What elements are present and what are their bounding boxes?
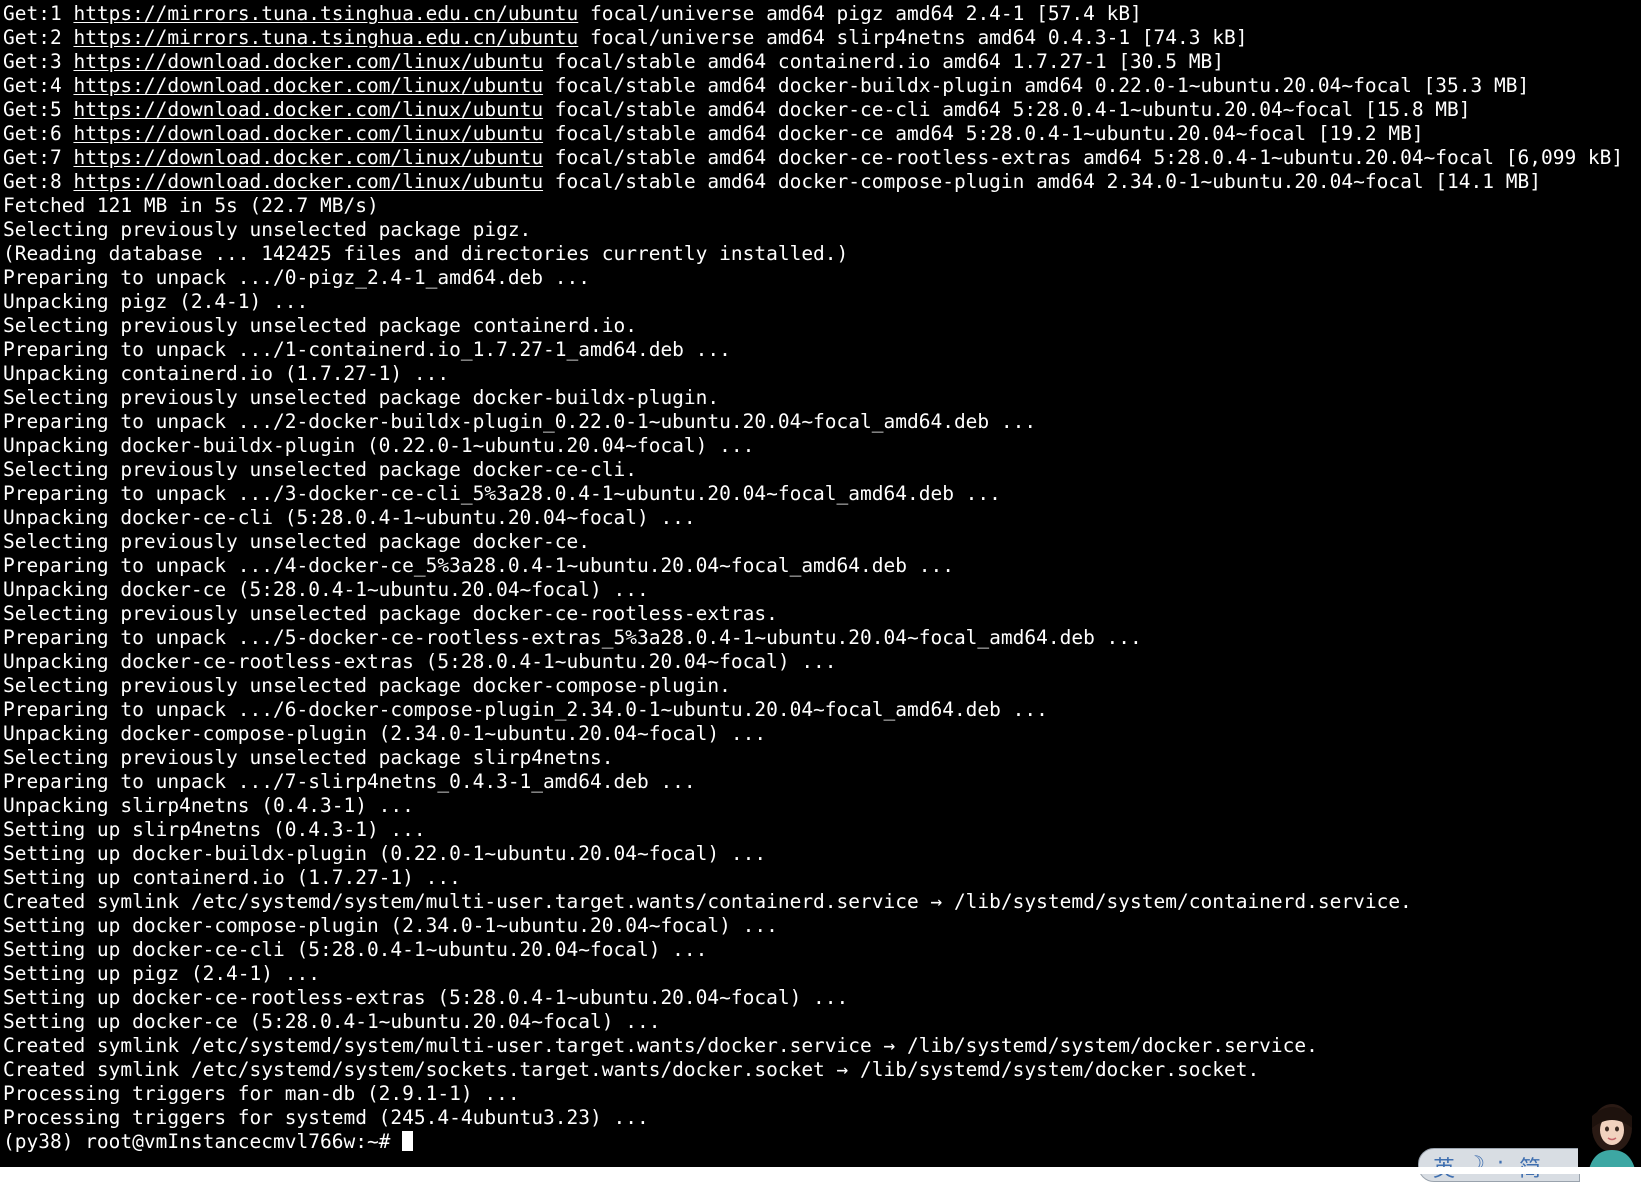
terminal-line: Selecting previously unselected package … [3,218,532,241]
terminal-line: Setting up docker-ce-rootless-extras (5:… [3,986,849,1009]
terminal-line: Selecting previously unselected package … [3,386,720,409]
line-details: focal/stable amd64 docker-ce amd64 5:28.… [543,122,1424,145]
terminal-line: Preparing to unpack .../6-docker-compose… [3,698,1048,721]
line-prefix: Get:8 [3,170,74,193]
line-details: focal/universe amd64 pigz amd64 2.4-1 [5… [578,2,1142,25]
terminal-line: Unpacking docker-ce (5:28.0.4-1~ubuntu.2… [3,578,649,601]
terminal-line: Unpacking docker-compose-plugin (2.34.0-… [3,722,767,745]
ime-toolbar[interactable]: 英 ☽ · 简 [1418,1148,1580,1182]
line-details: focal/stable amd64 docker-compose-plugin… [543,170,1541,193]
terminal-line: Unpacking docker-buildx-plugin (0.22.0-1… [3,434,755,457]
terminal-line: Selecting previously unselected package … [3,602,778,625]
terminal-line: Get:3 https://download.docker.com/linux/… [3,50,1623,74]
terminal-output: Get:1 https://mirrors.tuna.tsinghua.edu.… [3,2,1623,1154]
line-details: focal/stable amd64 containerd.io amd64 1… [543,50,1224,73]
line-prefix: Get:5 [3,98,74,121]
terminal-line: Get:4 https://download.docker.com/linux/… [3,74,1623,98]
terminal-line: Created symlink /etc/systemd/system/mult… [3,890,1412,913]
terminal-line: Preparing to unpack .../2-docker-buildx-… [3,410,1037,433]
terminal-line: Preparing to unpack .../3-docker-ce-cli_… [3,482,1001,505]
terminal-line: Selecting previously unselected package … [3,314,637,337]
repo-url-link[interactable]: https://download.docker.com/linux/ubuntu [73,146,543,169]
terminal-line: (Reading database ... 142425 files and d… [3,242,849,265]
terminal-line: Get:1 https://mirrors.tuna.tsinghua.edu.… [3,2,1623,26]
line-prefix: Get:4 [3,74,74,97]
repo-url-link[interactable]: https://download.docker.com/linux/ubuntu [73,170,543,193]
terminal-line: Unpacking docker-ce-rootless-extras (5:2… [3,650,837,673]
terminal-line: Setting up docker-ce-cli (5:28.0.4-1~ubu… [3,938,708,961]
terminal-line: Unpacking pigz (2.4-1) ... [3,290,309,313]
terminal-line: Unpacking docker-ce-cli (5:28.0.4-1~ubun… [3,506,696,529]
line-details: focal/stable amd64 docker-buildx-plugin … [543,74,1530,97]
repo-url-link[interactable]: https://download.docker.com/linux/ubuntu [73,74,543,97]
line-prefix: Get:3 [3,50,74,73]
terminal-line: Setting up containerd.io (1.7.27-1) ... [3,866,461,889]
terminal-line: Setting up slirp4netns (0.4.3-1) ... [3,818,426,841]
terminal-line: Get:2 https://mirrors.tuna.tsinghua.edu.… [3,26,1623,50]
line-prefix: Get:6 [3,122,74,145]
terminal-line: Setting up docker-compose-plugin (2.34.0… [3,914,778,937]
terminal-line: Get:6 https://download.docker.com/linux/… [3,122,1623,146]
assistant-avatar-icon[interactable] [1578,1098,1641,1174]
terminal-line: Processing triggers for man-db (2.9.1-1)… [3,1082,520,1105]
line-prefix: Get:7 [3,146,74,169]
terminal-line: Selecting previously unselected package … [3,674,731,697]
terminal-line: Unpacking slirp4netns (0.4.3-1) ... [3,794,414,817]
line-prefix: Get:2 [3,26,74,49]
line-details: focal/universe amd64 slirp4netns amd64 0… [578,26,1248,49]
prompt-line[interactable]: (py38) root@vmInstancecmvl766w:~# [3,1130,1623,1154]
repo-url-link[interactable]: https://download.docker.com/linux/ubuntu [73,122,543,145]
terminal-line: Selecting previously unselected package … [3,458,637,481]
line-details: focal/stable amd64 docker-ce-rootless-ex… [543,146,1624,169]
shell-prompt: (py38) root@vmInstancecmvl766w:~# [3,1130,403,1153]
terminal-line: Get:5 https://download.docker.com/linux/… [3,98,1623,122]
terminal-line: Setting up docker-ce (5:28.0.4-1~ubuntu.… [3,1010,661,1033]
screen-bottom-edge [0,1167,1641,1174]
terminal-line: Processing triggers for systemd (245.4-4… [3,1106,649,1129]
terminal-line: Preparing to unpack .../4-docker-ce_5%3a… [3,554,954,577]
line-details: focal/stable amd64 docker-ce-cli amd64 5… [543,98,1471,121]
terminal-line: Setting up pigz (2.4-1) ... [3,962,320,985]
terminal-line: Preparing to unpack .../5-docker-ce-root… [3,626,1142,649]
terminal-line: Unpacking containerd.io (1.7.27-1) ... [3,362,450,385]
terminal-line: Preparing to unpack .../7-slirp4netns_0.… [3,770,696,793]
terminal-line: Setting up docker-buildx-plugin (0.22.0-… [3,842,767,865]
terminal-line: Preparing to unpack .../0-pigz_2.4-1_amd… [3,266,590,289]
line-prefix: Get:1 [3,2,74,25]
repo-url-link[interactable]: https://download.docker.com/linux/ubuntu [73,98,543,121]
text-cursor [402,1131,414,1151]
terminal-line: Get:8 https://download.docker.com/linux/… [3,170,1623,194]
terminal-line: Created symlink /etc/systemd/system/sock… [3,1058,1260,1081]
repo-url-link[interactable]: https://mirrors.tuna.tsinghua.edu.cn/ubu… [73,26,578,49]
repo-url-link[interactable]: https://download.docker.com/linux/ubuntu [73,50,543,73]
terminal-line: Fetched 121 MB in 5s (22.7 MB/s) [3,194,379,217]
terminal-line: Get:7 https://download.docker.com/linux/… [3,146,1623,170]
terminal-line: Preparing to unpack .../1-containerd.io_… [3,338,731,361]
terminal-line: Created symlink /etc/systemd/system/mult… [3,1034,1318,1057]
terminal-window[interactable]: Get:1 https://mirrors.tuna.tsinghua.edu.… [0,0,1641,1167]
terminal-line: Selecting previously unselected package … [3,530,590,553]
terminal-line: Selecting previously unselected package … [3,746,614,769]
repo-url-link[interactable]: https://mirrors.tuna.tsinghua.edu.cn/ubu… [73,2,578,25]
